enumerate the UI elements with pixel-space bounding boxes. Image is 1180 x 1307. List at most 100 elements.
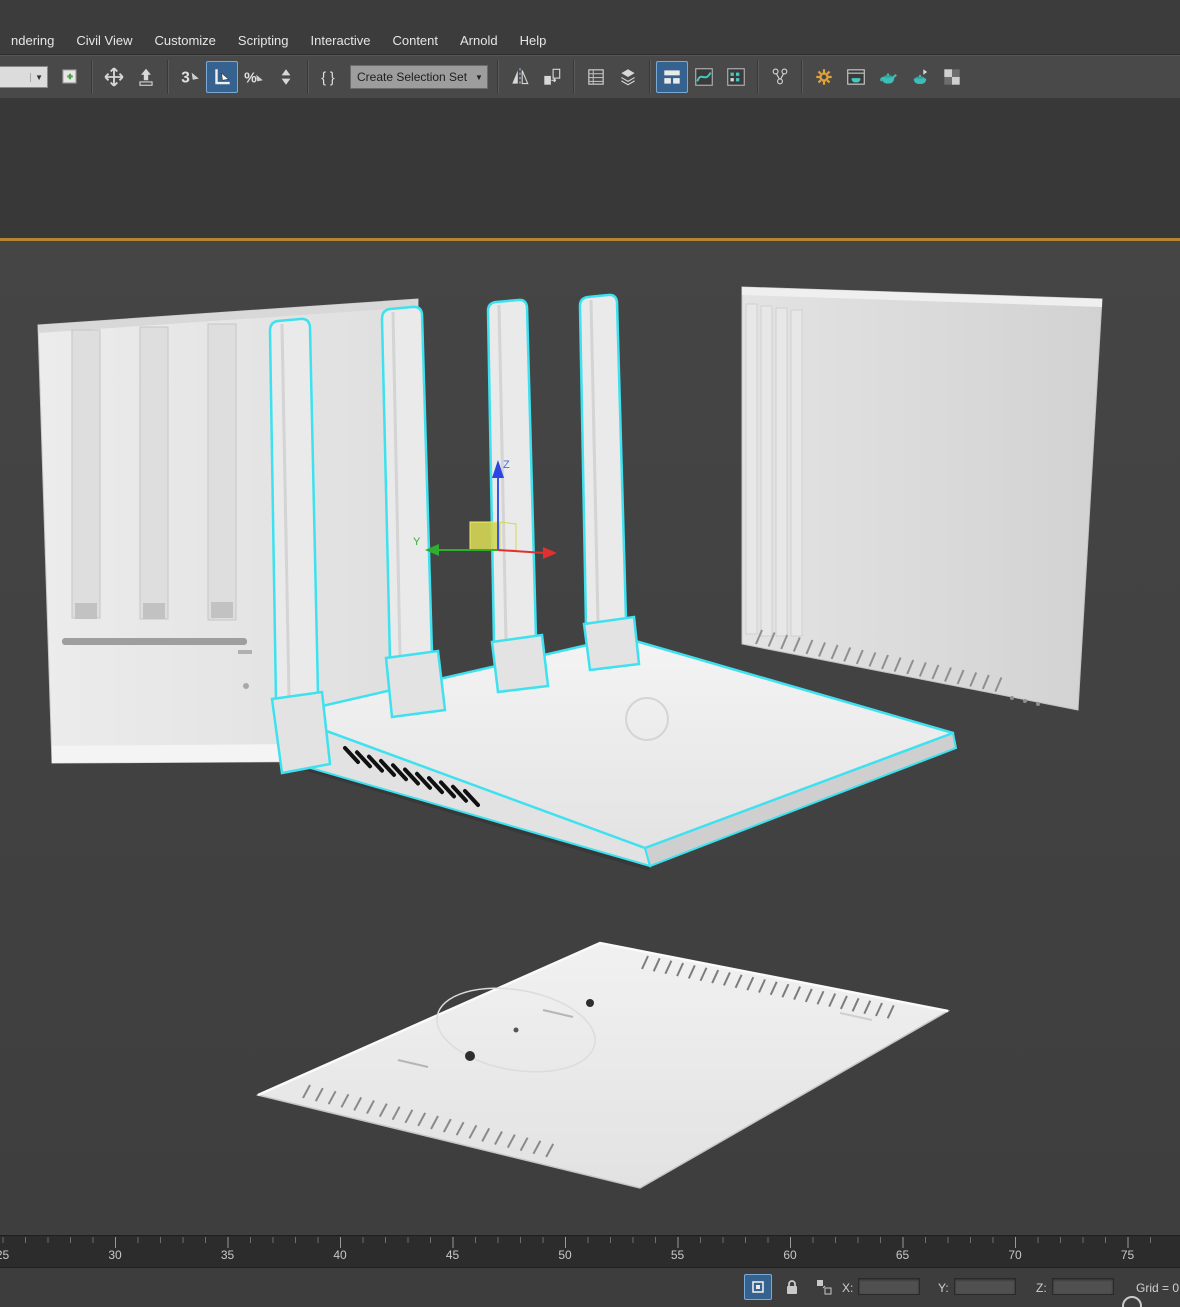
gizmo-z-label: Z [503,459,510,471]
paste-button[interactable] [54,61,86,93]
menu-bar: ndering Civil View Customize Scripting I… [0,0,1180,55]
render-iterative-button[interactable] [904,61,936,93]
render-iterative-icon [913,69,928,85]
snaps-toggle-button[interactable]: 3 [174,61,206,93]
menu-help[interactable]: Help [509,27,558,54]
rendered-frame-window-icon [847,69,865,85]
paste-icon [62,69,77,84]
svg-text:%: % [244,71,257,87]
render-production-button[interactable] [872,61,904,93]
spinner-snap-toggle-button[interactable] [270,61,302,93]
rendered-frame-window-button[interactable] [840,61,872,93]
layer-explorer-icon [621,69,635,86]
frame-label: 40 [333,1248,347,1262]
z-coordinate-label: Z: [1036,1281,1047,1295]
frame-label: 45 [445,1248,460,1262]
percent-snap-toggle-button[interactable]: % [238,61,270,93]
align-button[interactable] [536,61,568,93]
scene-explorer-button[interactable] [580,61,612,93]
curve-editor-icon [695,68,713,86]
align-icon [544,68,561,85]
bottom-plate[interactable] [255,941,951,1189]
snaps-toggle-3d-icon: 3 [181,70,199,87]
top-cover-left-panel[interactable] [37,298,419,764]
selection-filter-dropdown[interactable]: ▼ [0,66,48,88]
z-coordinate-field[interactable] [1052,1278,1114,1295]
y-coordinate-label: Y: [938,1281,949,1295]
toolbar-separator [801,60,803,94]
perspective-viewport[interactable]: Z Y [0,98,1180,1235]
mirror-icon [512,68,529,86]
y-coordinate-field[interactable] [954,1278,1016,1295]
menu-rendering[interactable]: ndering [0,27,65,54]
ribbon-toggle-button[interactable] [656,61,688,93]
menu-interactive[interactable]: Interactive [299,27,381,54]
absolute-mode-typein-button[interactable] [810,1274,838,1300]
antenna-4[interactable] [578,293,641,672]
application-window: ndering Civil View Customize Scripting I… [0,0,1180,1307]
menu-arnold[interactable]: Arnold [449,27,509,54]
select-and-place-button[interactable] [130,61,162,93]
menu-scripting[interactable]: Scripting [227,27,300,54]
angle-snap-toggle-button[interactable] [206,61,238,93]
isolate-selection-toggle[interactable] [744,1274,772,1300]
angle-snap-icon [215,69,230,85]
menu-content[interactable]: Content [381,27,449,54]
x-coordinate-field[interactable] [858,1278,920,1295]
absolute-mode-icon [817,1280,832,1295]
chevron-down-icon: ▼ [475,72,483,82]
dope-sheet-button[interactable] [720,61,752,93]
transform-gizmo[interactable]: Z Y [413,459,557,559]
curve-editor-button[interactable] [688,61,720,93]
render-setup-button[interactable] [808,61,840,93]
toolbar-separator [307,60,309,94]
svg-text:{ }: { } [321,71,335,87]
frame-label: 50 [558,1248,572,1262]
edit-named-selection-sets-button[interactable]: { } [314,61,346,93]
schematic-view-button[interactable] [764,61,796,93]
toolbar-separator [167,60,169,94]
frame-label: 70 [1008,1248,1022,1262]
edit-named-selection-sets-icon: { } [321,71,335,87]
spinner-snap-icon [281,69,291,85]
percent-snap-icon: % [244,71,263,87]
top-cover-right-panel[interactable] [741,286,1103,711]
dope-sheet-icon [727,68,745,86]
mirror-button[interactable] [504,61,536,93]
selection-lock-toggle[interactable] [778,1274,806,1300]
frame-label: 35 [220,1248,235,1262]
toolbar-separator [573,60,575,94]
frame-label: 65 [895,1248,910,1262]
ab-compare-button[interactable] [936,61,968,93]
lock-icon [787,1280,797,1294]
ribbon-icon [664,70,680,84]
ab-compare-icon [944,69,960,85]
status-bar: X: Y: Z: Grid = 0 [0,1267,1180,1307]
frame-label: 75 [1120,1248,1135,1262]
render-production-icon [880,73,897,84]
scene-explorer-icon [588,69,604,85]
layer-explorer-button[interactable] [612,61,644,93]
menu-civil-view[interactable]: Civil View [65,27,143,54]
timeline-ruler[interactable]: 25 30 35 40 45 50 55 60 65 70 75 [0,1235,1180,1268]
frame-label: 25 [0,1248,10,1262]
create-selection-set-dropdown[interactable]: Create Selection Set ▼ [350,65,488,89]
toolbar-separator [757,60,759,94]
frame-ticks-major [0,1237,1180,1248]
viewport-canvas[interactable]: Z Y [0,98,1180,1235]
gizmo-y-label: Y [413,536,421,548]
create-selection-set-value: Create Selection Set [357,70,468,84]
frame-label: 60 [783,1248,797,1262]
main-toolbar: ▼ 3 % {} Create Selection Set ▼ [0,55,1180,99]
grid-size-label: Grid = 0 [1136,1281,1180,1295]
frame-label: 30 [108,1248,122,1262]
x-axis-arrow-icon[interactable] [543,547,557,559]
toolbar-separator [91,60,93,94]
select-and-move-button[interactable] [98,61,130,93]
x-coordinate-label: X: [842,1281,854,1295]
frame-label: 55 [670,1248,685,1262]
isolate-selection-icon [752,1281,764,1293]
menu-customize[interactable]: Customize [143,27,226,54]
select-and-place-icon [139,68,153,86]
antenna-2[interactable] [380,305,447,719]
